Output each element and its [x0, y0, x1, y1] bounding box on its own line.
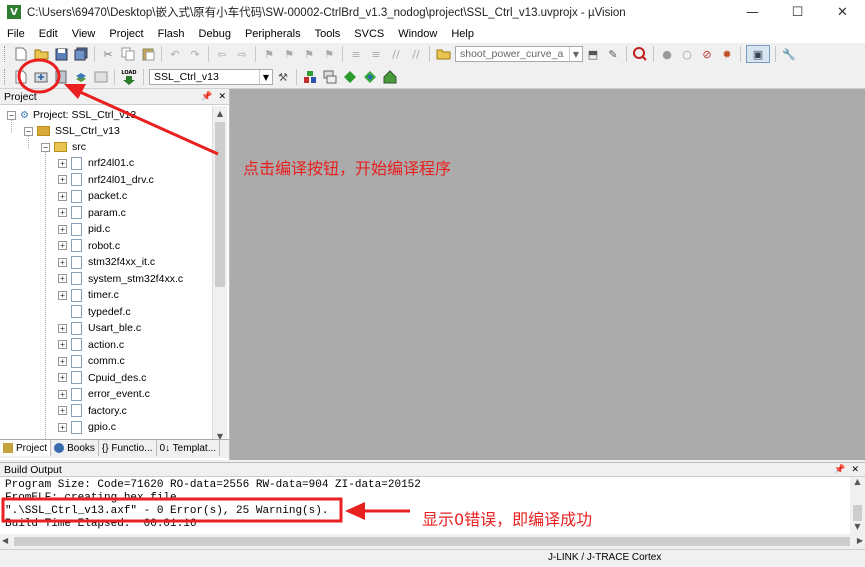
build-button-highlight	[17, 58, 61, 94]
result-highlight	[1, 497, 343, 523]
arrow-line	[79, 90, 219, 156]
build-hint-annotation: 点击编译按钮，开始编译程序	[243, 159, 452, 178]
arrow-head	[345, 502, 365, 520]
annotation-overlay	[1, 58, 410, 523]
arrow-head	[64, 84, 86, 99]
result-hint-annotation: 显示0错误，即编译成功	[422, 510, 593, 529]
